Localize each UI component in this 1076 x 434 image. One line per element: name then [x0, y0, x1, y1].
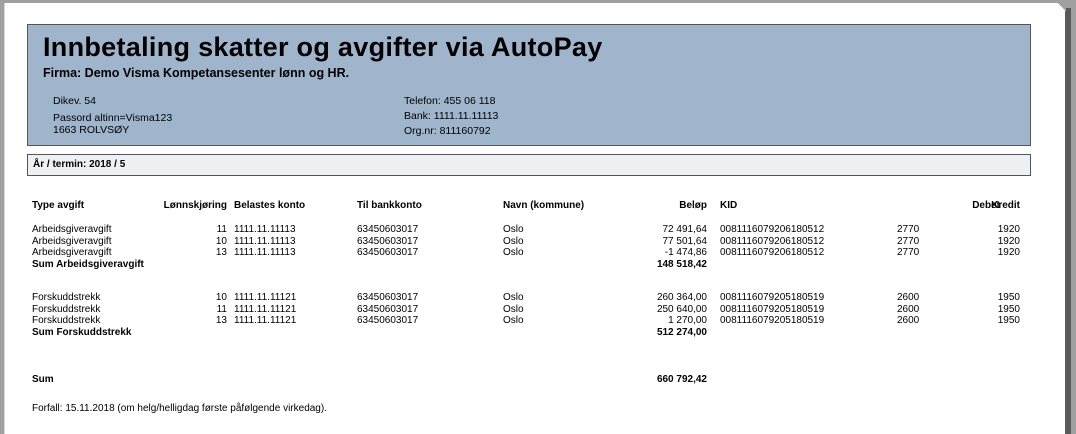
table-cell: 10	[215, 292, 227, 303]
group-sum-value: 512 274,00	[656, 326, 707, 338]
table-cell: 13	[215, 247, 227, 258]
table-cell: 1920	[997, 235, 1020, 247]
table-cell: 1111.11.11113	[234, 235, 296, 247]
column-header: Lønnskjøring	[163, 200, 227, 211]
report-header: Innbetaling skatter og avgifter via Auto…	[27, 24, 1031, 146]
total-value: 660 792,42	[656, 374, 707, 385]
column-header: Kredit	[991, 200, 1020, 211]
table-cell: 2770	[897, 247, 920, 258]
table-cell: 250 640,00	[656, 303, 707, 315]
table-cell: 1 270,00	[668, 315, 707, 326]
table-cell: 0081116079206180512	[720, 235, 825, 247]
table-cell: 1111.11.11121	[234, 303, 297, 315]
table-cell: 1950	[997, 315, 1020, 326]
table-cell: 0081116079205180519	[720, 315, 825, 326]
table-cell: 0081116079206180512	[720, 224, 825, 235]
table-cell: 13	[215, 315, 227, 326]
page-corner	[1058, 3, 1066, 11]
table-cell: 2770	[897, 224, 920, 235]
company-name: Firma: Demo Visma Kompetansesenter lønn …	[43, 66, 350, 80]
table-cell: Arbeidsgiveravgift	[32, 235, 112, 247]
table-cell: 2600	[897, 292, 920, 303]
group-sum-label: Sum Forskuddstrekk	[32, 326, 132, 338]
table-cell: 63450603017	[357, 315, 419, 326]
table-cell: -1 474,86	[664, 247, 707, 258]
table-cell: Forskuddstrekk	[32, 315, 101, 326]
period-box: År / termin: 2018 / 5	[27, 154, 1031, 176]
table-cell: Forskuddstrekk	[32, 303, 101, 315]
column-header: Belastes konto	[234, 200, 306, 211]
table-cell: 1920	[997, 247, 1020, 258]
contact-line: Org.nr: 811160792	[404, 125, 491, 137]
address-line: Dikev. 54	[53, 95, 96, 107]
table-cell: 63450603017	[357, 303, 419, 315]
table-cell: 260 364,00	[656, 292, 707, 303]
table-cell: 72 491,64	[662, 224, 708, 235]
report-title: Innbetaling skatter og avgifter via Auto…	[43, 32, 603, 62]
table-cell: 1111.11.11121	[234, 292, 297, 303]
table-cell: 77 501,64	[662, 235, 708, 247]
table-cell: 63450603017	[357, 224, 419, 235]
table-cell: 1950	[997, 303, 1020, 315]
total-label: Sum	[32, 374, 54, 385]
contact-line: Telefon: 455 06 118	[404, 95, 496, 107]
contact-line: Bank: 1111.11.11113	[404, 110, 499, 122]
table-cell: 1950	[997, 292, 1020, 303]
table-cell: 0081116079205180519	[720, 303, 825, 315]
table-cell: 2600	[897, 315, 920, 326]
table-cell: 63450603017	[357, 292, 419, 303]
due-date-note: Forfall: 15.11.2018 (om helg/helligdag f…	[32, 403, 327, 414]
table-cell: Arbeidsgiveravgift	[32, 224, 112, 235]
table-cell: 2770	[897, 235, 920, 247]
period-label: År / termin: 2018 / 5	[33, 159, 126, 170]
table-cell: 1111.11.11113	[234, 224, 296, 235]
table-cell: 11	[216, 224, 227, 235]
table-cell: 1111.11.11121	[234, 315, 297, 326]
table-cell: 1920	[997, 224, 1020, 235]
table-cell: 63450603017	[357, 235, 419, 247]
table-cell: 10	[215, 235, 227, 247]
table-cell: 11	[216, 303, 227, 315]
column-header: KID	[720, 200, 738, 211]
table-cell: Forskuddstrekk	[32, 292, 101, 303]
group-sum-label: Sum Arbeidsgiveravgift	[32, 258, 144, 270]
table-cell: Arbeidsgiveravgift	[32, 247, 112, 258]
table-cell: 2600	[897, 303, 920, 315]
column-header: Til bankkonto	[357, 200, 422, 211]
column-header: Type avgift	[32, 200, 85, 211]
address-line: 1663 ROLVSØY	[53, 124, 130, 136]
page-shadow	[1065, 8, 1071, 434]
table-cell: 0081116079206180512	[720, 247, 825, 258]
table-cell: 0081116079205180519	[720, 292, 825, 303]
table-cell: 63450603017	[357, 247, 419, 258]
group-sum-value: 148 518,42	[656, 258, 707, 270]
column-header: Beløp	[679, 200, 707, 211]
table-cell: 1111.11.11113	[234, 247, 296, 258]
